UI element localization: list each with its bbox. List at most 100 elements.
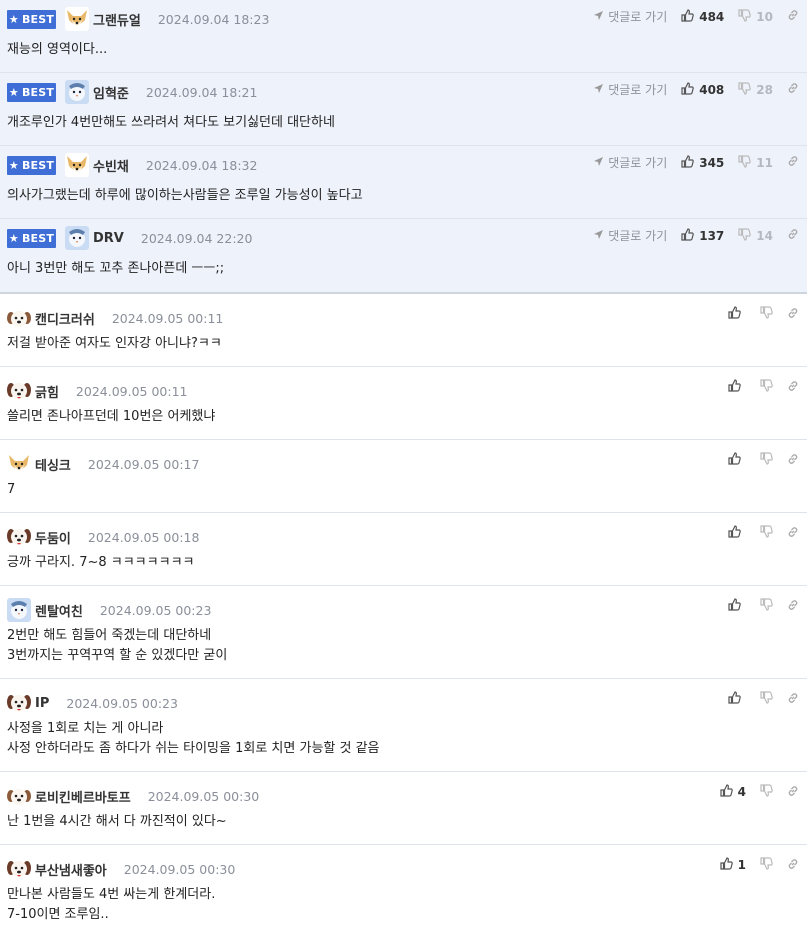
like-button[interactable] [728,525,746,541]
comment-date: 2024.09.04 18:32 [145,157,258,173]
comment-date: 2024.09.04 22:20 [140,230,253,246]
nickname[interactable]: 긁힘 [35,382,59,401]
nickname[interactable]: 임혁준 [93,83,129,102]
dislike-button[interactable] [760,598,773,614]
like-button[interactable] [728,691,746,707]
avatar[interactable] [65,7,89,31]
share-link-button[interactable] [787,858,799,873]
go-to-reply-link[interactable]: 댓글로 가기 [593,227,667,244]
comment-text-line: 3번까지는 꾸역꾸역 할 순 있겠다만 굳이 [7,648,228,663]
nickname[interactable]: 렌탈여친 [35,601,83,620]
like-button[interactable] [728,306,746,322]
share-link-button[interactable] [787,785,799,800]
like-button[interactable]: 137 [681,227,724,244]
avatar[interactable] [7,452,31,476]
share-link-button[interactable] [787,526,799,541]
like-button[interactable]: 345 [681,154,725,171]
like-button[interactable]: 408 [681,81,725,98]
dislike-count: 14 [756,228,773,243]
go-to-reply-link[interactable]: 댓글로 가기 [593,81,667,98]
comment: 로비킨베르바토프 2024.09.05 00:30 난 1번을 4시간 해서 다 까… [0,772,807,845]
dislike-count: 11 [756,155,773,170]
dislike-button[interactable] [760,306,773,322]
dislike-button[interactable] [760,379,773,395]
avatar[interactable] [7,598,31,622]
best-badge: ★ BEST [7,82,56,102]
comment-text-line: 사정 안하더라도 좀 하다가 쉬는 타이밍을 1회로 치면 가능할 것 같음 [7,741,380,756]
thumbs-up-icon [720,784,738,800]
comment-text-line: 만나본 사람들도 4번 싸는게 한계더라. [7,887,216,902]
like-count: 408 [699,82,725,97]
dislike-button[interactable] [760,452,773,468]
avatar[interactable] [7,306,31,330]
avatar[interactable] [7,525,31,549]
comment-date: 2024.09.04 18:23 [157,11,270,27]
avatar[interactable] [65,153,89,177]
nickname[interactable]: 두둠이 [35,528,71,547]
share-link-button[interactable] [787,453,799,468]
avatar[interactable] [7,857,31,881]
dislike-button[interactable]: 28 [738,81,773,98]
thumbs-up-icon [728,525,746,541]
avatar[interactable] [7,784,31,808]
like-button[interactable] [728,452,746,468]
comment-list: ★ BEST 그랜듀얼 2024.09.04 18:23 재능의 영역이다... 댓글로 … [0,0,807,933]
link-icon [787,526,799,541]
share-link-button[interactable] [787,228,799,243]
like-count: 345 [699,155,725,170]
thumbs-down-icon [760,857,773,873]
like-count: 1 [737,858,746,872]
thumbs-up-icon [728,452,746,468]
share-link-button[interactable] [787,692,799,707]
dislike-button[interactable]: 10 [738,8,773,25]
nickname[interactable]: 그랜듀얼 [93,10,141,29]
nickname[interactable]: 캔디크러쉬 [35,309,95,328]
avatar[interactable] [7,691,31,715]
share-link-button[interactable] [787,380,799,395]
dislike-count: 28 [756,82,773,97]
nickname[interactable]: 수빈채 [93,156,129,175]
share-link-button[interactable] [787,155,799,170]
dislike-button[interactable] [760,857,773,873]
dislike-button[interactable] [760,784,773,800]
comment-date: 2024.09.05 00:18 [87,529,200,545]
dislike-button[interactable] [760,525,773,541]
comment-date: 2024.09.05 00:30 [147,788,260,804]
best-comment: ★ BEST 임혁준 2024.09.04 18:21 개조루인가 4번만해도 쓰라려서… [0,73,807,146]
share-link-button[interactable] [787,599,799,614]
thumbs-down-icon [738,81,756,98]
nickname[interactable]: IP [35,696,49,711]
thumbs-down-icon [760,452,773,468]
like-button[interactable]: 484 [681,8,724,25]
avatar[interactable] [65,80,89,104]
nickname[interactable]: 부산냄새좋아 [35,860,107,879]
best-comment: ★ BEST 그랜듀얼 2024.09.04 18:23 재능의 영역이다... 댓글로 … [0,0,807,73]
go-to-reply-link[interactable]: 댓글로 가기 [593,154,667,171]
avatar[interactable] [7,379,31,403]
like-button[interactable]: 4 [720,784,746,800]
comment-date: 2024.09.05 00:17 [87,456,200,472]
share-link-button[interactable] [787,82,799,97]
thumbs-down-icon [738,8,756,25]
comment-text: 의사가그랬는데 하루에 많이하는사람들은 조루일 가능성이 높다고 [7,188,363,203]
dislike-button[interactable]: 14 [738,227,773,244]
link-icon [787,380,799,395]
share-link-button[interactable] [787,307,799,322]
nickname[interactable]: 테싱크 [35,455,71,474]
thumbs-up-icon [728,691,746,707]
best-comment: ★ BEST DRV 2024.09.04 22:20 아니 3번만 해도 꼬추 존나아… [0,219,807,294]
comment: 두둠이 2024.09.05 00:18 긍까 구라지. 7~8 ㅋㅋㅋㅋㅋㅋㅋ [0,513,807,586]
avatar[interactable] [65,226,89,250]
nickname[interactable]: DRV [93,231,124,246]
go-to-reply-link[interactable]: 댓글로 가기 [593,8,667,25]
nickname[interactable]: 로비킨베르바토프 [35,787,131,806]
like-button[interactable]: 1 [720,857,746,873]
like-button[interactable] [728,379,746,395]
share-link-button[interactable] [787,9,799,24]
like-button[interactable] [728,598,746,614]
dislike-button[interactable]: 11 [738,154,773,171]
star-icon: ★ [8,85,19,99]
arrow-icon [593,229,608,243]
dislike-button[interactable] [760,691,773,707]
comment-text-line: 쓸리면 존나아프던데 10번은 어케했냐 [7,409,216,424]
